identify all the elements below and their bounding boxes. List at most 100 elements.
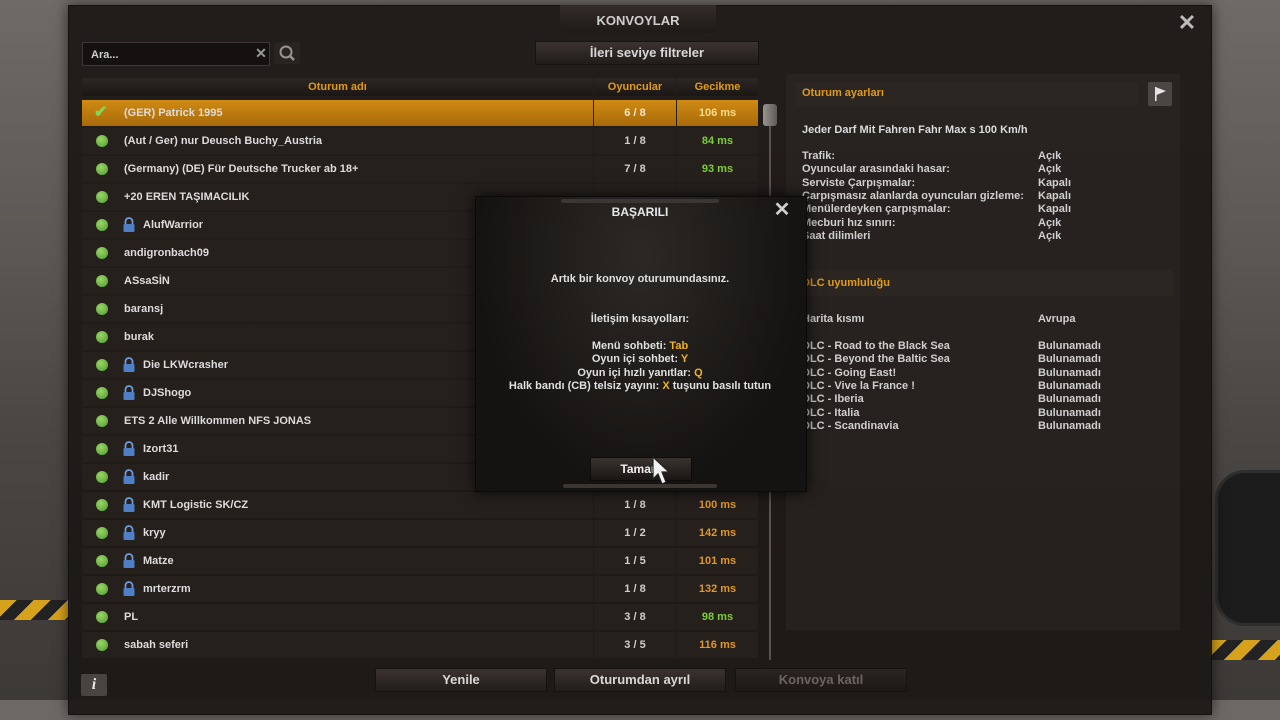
column-header-players[interactable]: Oyuncular: [594, 78, 676, 96]
shortcut-label: Halk bandı (CB) telsiz yayını:: [508, 379, 663, 392]
session-name-cell: Matze: [82, 548, 593, 574]
dialog-title-bar: [561, 199, 719, 203]
lock-icon: [123, 469, 135, 484]
ok-button[interactable]: Tamam: [590, 457, 692, 481]
session-name-text: (Germany) (DE) Für Deutsche Trucker ab 1…: [124, 163, 359, 175]
session-row[interactable]: sabah seferi 3 / 5 116 ms: [82, 632, 758, 658]
session-name-text: (Aut / Ger) nur Deusch Buchy_Austria: [124, 135, 323, 147]
session-row[interactable]: (Germany) (DE) Für Deutsche Trucker ab 1…: [82, 156, 758, 182]
column-header-session-name[interactable]: Oturum adı: [82, 78, 593, 96]
session-row[interactable]: Matze 1 / 5 101 ms: [82, 548, 758, 574]
dlc-status: Bulunamadı: [1038, 366, 1101, 379]
setting-label: Serviste Çarpışmalar:: [802, 176, 916, 189]
session-name-cell: ✔ (GER) Patrick 1995: [82, 100, 593, 126]
session-row[interactable]: mrterzrm 1 / 8 132 ms: [82, 576, 758, 602]
info-button[interactable]: i: [81, 674, 107, 696]
setting-value: Açık: [1038, 163, 1062, 176]
map-part-label: Harita kısmı: [802, 313, 865, 325]
session-name-text: PL: [124, 611, 139, 623]
online-status-icon: [96, 471, 108, 483]
session-name-cell: PL: [82, 604, 593, 630]
online-status-icon: [96, 415, 108, 427]
players-cell: 1 / 5: [594, 548, 676, 574]
scrollbar-thumb[interactable]: [763, 104, 777, 126]
hazard-stripe: [1210, 640, 1280, 660]
online-status-icon: [96, 247, 108, 259]
shortcut-suffix: tuşunu basılı tutun: [669, 379, 772, 392]
delay-cell: 101 ms: [677, 548, 758, 574]
dlc-label: DLC - Iberia: [802, 393, 864, 406]
lock-icon: [123, 581, 135, 596]
report-flag-button[interactable]: [1148, 82, 1172, 106]
session-name-text: AlufWarrior: [143, 219, 204, 231]
session-row[interactable]: ✔ (GER) Patrick 1995 6 / 8 106 ms: [82, 100, 758, 126]
dialog-message: Artık bir konvoy oturumundasınız.: [550, 273, 730, 285]
dialog-title: BAŞARILI: [611, 205, 669, 219]
advanced-filters-button[interactable]: İleri seviye filtreler: [535, 41, 759, 65]
session-name-text: ASsaSİN: [124, 275, 170, 287]
dialog-close-icon[interactable]: ✕: [772, 200, 792, 220]
dlc-label: DLC - Road to the Black Sea: [802, 340, 950, 352]
setting-value: Kapalı: [1038, 176, 1072, 189]
session-name-cell: KMT Logistic SK/CZ: [82, 492, 593, 518]
clear-search-icon[interactable]: ✕: [253, 45, 269, 63]
online-status-icon: [96, 639, 108, 651]
close-window-icon[interactable]: ✕: [1176, 12, 1198, 34]
session-name-cell: (Germany) (DE) Für Deutsche Trucker ab 1…: [82, 156, 593, 182]
lock-icon: [123, 217, 135, 232]
delay-cell: 93 ms: [677, 156, 758, 182]
online-status-icon: [96, 527, 108, 539]
setting-value: Kapalı: [1038, 203, 1072, 216]
session-name-text: Matze: [143, 555, 174, 567]
search-button[interactable]: [274, 42, 300, 64]
session-name-cell: mrterzrm: [82, 576, 593, 602]
refresh-button[interactable]: Yenile: [375, 668, 547, 692]
session-row[interactable]: kryy 1 / 2 142 ms: [82, 520, 758, 546]
setting-label: Mecburi hız sınırı:: [802, 216, 896, 229]
players-cell: 3 / 5: [594, 632, 676, 658]
delay-cell: 84 ms: [677, 128, 758, 154]
dlc-status: Bulunamadı: [1038, 340, 1101, 352]
setting-label: Oyuncular arasındaki hasar:: [802, 163, 950, 176]
online-status-icon: [96, 359, 108, 371]
session-name-text: kadir: [143, 471, 170, 483]
session-name-text: +20 EREN TAŞIMACILIK: [124, 191, 250, 203]
session-row[interactable]: PL 3 / 8 98 ms: [82, 604, 758, 630]
online-status-icon: [96, 443, 108, 455]
session-name-text: ETS 2 Alle Willkommen NFS JONAS: [124, 415, 312, 427]
search-input[interactable]: [89, 46, 253, 64]
setting-value: Kapalı: [1038, 189, 1072, 202]
dlc-status: Bulunamadı: [1038, 393, 1101, 406]
players-cell: 6 / 8: [594, 100, 676, 126]
window-title: KONVOYLAR: [596, 13, 680, 28]
session-name-text: (GER) Patrick 1995: [124, 107, 223, 119]
shortcut-label: Oyun içi hızlı yanıtlar:: [577, 366, 695, 379]
lock-icon: [123, 385, 135, 400]
session-name-text: DJShogo: [143, 387, 192, 399]
online-status-icon: [96, 219, 108, 231]
session-name-text: KMT Logistic SK/CZ: [143, 499, 249, 511]
session-name-text: andigronbach09: [124, 247, 209, 259]
session-row[interactable]: KMT Logistic SK/CZ 1 / 8 100 ms: [82, 492, 758, 518]
leave-session-button[interactable]: Oturumdan ayrıl: [554, 668, 726, 692]
selected-check-icon: ✔: [94, 104, 108, 121]
online-status-icon: [96, 331, 108, 343]
dlc-label: DLC - Beyond the Baltic Sea: [802, 353, 950, 366]
online-status-icon: [96, 499, 108, 511]
lock-icon: [123, 497, 135, 512]
players-cell: 1 / 8: [594, 576, 676, 602]
online-status-icon: [96, 303, 108, 315]
session-name-cell: sabah seferi: [82, 632, 593, 658]
session-row[interactable]: (Aut / Ger) nur Deusch Buchy_Austria 1 / …: [82, 128, 758, 154]
shortcuts-title: İletişim kısayolları:: [590, 313, 690, 325]
join-convoy-button[interactable]: Konvoya katıl: [735, 668, 907, 692]
dlc-label: DLC - Scandinavia: [802, 419, 899, 432]
dlc-compatibility-title: DLC uyumluluğu: [802, 277, 890, 289]
shortcut-line: Halk bandı (CB) telsiz yayını: X tuşunu …: [475, 380, 805, 392]
session-name-text: baransj: [124, 303, 164, 315]
dlc-status: Bulunamadı: [1038, 353, 1101, 366]
dlc-label: DLC - Italia: [802, 406, 860, 419]
column-header-delay[interactable]: Gecikme: [677, 78, 758, 96]
dlc-label: DLC - Going East!: [802, 366, 897, 379]
session-name-text: kryy: [143, 527, 166, 539]
